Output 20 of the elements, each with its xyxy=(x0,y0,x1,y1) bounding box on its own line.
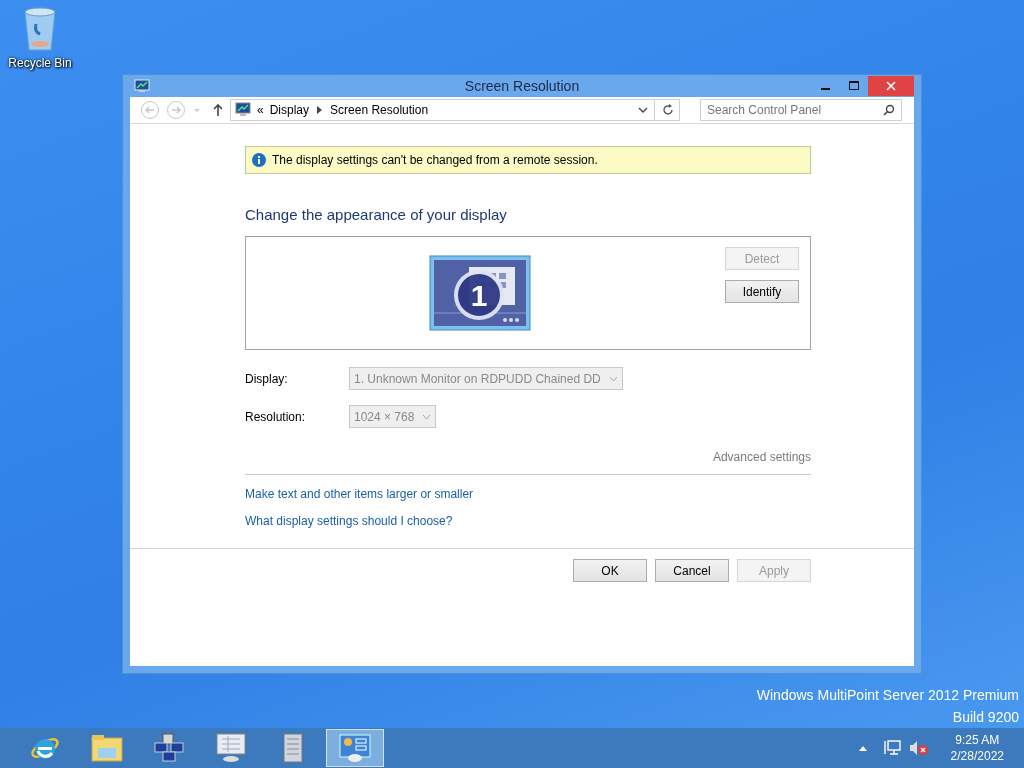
breadcrumb-item[interactable]: Display xyxy=(269,100,310,119)
breadcrumb-item[interactable]: Screen Resolution xyxy=(330,100,429,119)
field-label: Resolution: xyxy=(245,408,307,426)
search-field[interactable]: Search Control Panel xyxy=(700,98,902,121)
clock-time[interactable]: 9:25 AM xyxy=(955,732,1000,748)
breadcrumb-overflow[interactable]: « xyxy=(257,100,264,119)
os-version-text: Windows MultiPoint Server 2012 Premium xyxy=(756,686,1019,705)
field-label: Display: xyxy=(245,370,289,388)
notice-text: The display settings can't be changed from a remote session. xyxy=(272,151,598,169)
section-heading: Change the appearance of your display xyxy=(245,204,508,225)
help-link[interactable]: Make text and other items larger or smaller xyxy=(245,485,474,503)
help-link[interactable]: What display settings should I choose? xyxy=(245,512,453,530)
window-title: Screen Resolution xyxy=(464,77,580,94)
address-bar[interactable]: « Display Screen Resolution xyxy=(230,98,680,121)
dialog-button[interactable]: Cancel xyxy=(655,559,729,582)
dialog-button[interactable]: OK xyxy=(573,559,647,582)
clock-date[interactable]: 2/28/2022 xyxy=(950,748,1004,764)
dialog-button[interactable]: Identify xyxy=(725,280,799,303)
monitor-tile-drawing[interactable]: 1 xyxy=(429,255,531,331)
os-version-text: Build 9200 xyxy=(951,708,1019,727)
